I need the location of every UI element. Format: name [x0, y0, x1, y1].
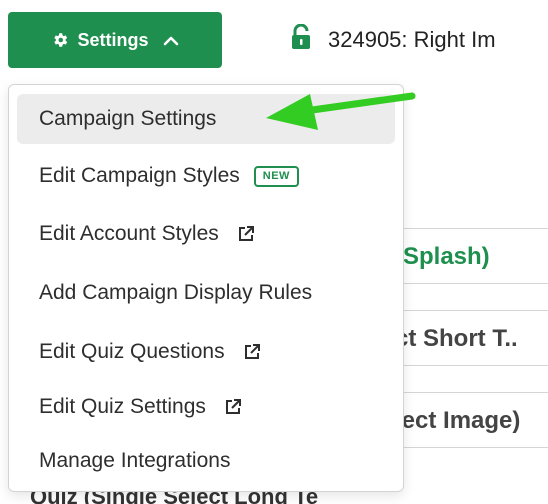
menu-item-label: Campaign Settings [39, 107, 217, 130]
external-link-icon [224, 398, 242, 416]
external-link-icon [243, 343, 261, 361]
campaign-title: 324905: Right Im [328, 26, 496, 52]
menu-item-label: Manage Integrations [39, 449, 231, 472]
menu-item-manage-integrations[interactable]: Manage Integrations [17, 436, 395, 486]
menu-item-add-campaign-display-rules[interactable]: Add Campaign Display Rules [17, 268, 395, 318]
settings-dropdown-menu: Campaign Settings Edit Campaign Styles N… [8, 84, 404, 492]
menu-item-edit-campaign-styles[interactable]: Edit Campaign Styles NEW [17, 151, 395, 201]
question-card-text: ct Short T.. [395, 325, 518, 352]
question-card-text: lect Image) [395, 407, 521, 434]
new-badge: NEW [253, 165, 299, 187]
menu-item-label: Edit Account Styles [39, 222, 219, 245]
menu-item-campaign-settings[interactable]: Campaign Settings [17, 94, 395, 144]
unlock-icon [290, 23, 312, 55]
gear-icon [51, 31, 69, 49]
menu-item-edit-account-styles[interactable]: Edit Account Styles [17, 209, 395, 259]
chevron-up-icon [163, 34, 179, 46]
menu-item-edit-quiz-settings[interactable]: Edit Quiz Settings [17, 382, 395, 432]
settings-button[interactable]: Settings [8, 12, 222, 68]
menu-item-label: Add Campaign Display Rules [39, 281, 313, 304]
menu-item-label: Edit Campaign Styles [39, 164, 240, 187]
question-card-text: (Splash) [395, 243, 490, 270]
settings-button-label: Settings [77, 29, 149, 50]
campaign-header: 324905: Right Im [290, 23, 496, 55]
menu-item-label: Edit Quiz Settings [39, 395, 206, 418]
external-link-icon [237, 225, 255, 243]
menu-item-label: Edit Quiz Questions [39, 340, 225, 363]
menu-item-edit-quiz-questions[interactable]: Edit Quiz Questions [17, 327, 395, 377]
